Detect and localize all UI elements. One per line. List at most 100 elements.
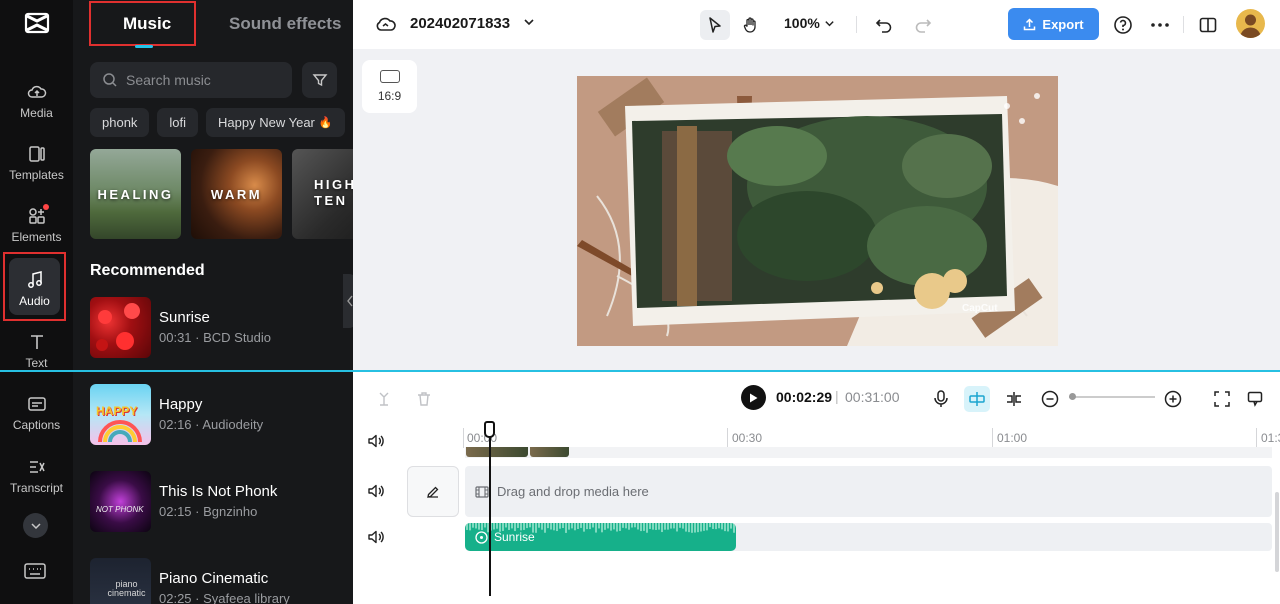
waveform-bar	[565, 523, 567, 533]
keyboard-icon[interactable]	[24, 562, 46, 580]
time-ruler[interactable]: 00:00 00:30 01:00 01:3	[463, 424, 1280, 448]
split-scene-button[interactable]	[1001, 386, 1027, 412]
time-separator: |	[835, 388, 839, 404]
waveform-bar	[523, 523, 525, 530]
track-volume-icon[interactable]	[367, 432, 385, 450]
record-voice-button[interactable]	[928, 386, 954, 412]
waveform-bar	[553, 523, 555, 531]
video-clip-thumbnail[interactable]	[466, 447, 528, 457]
waveform-bar	[583, 523, 585, 532]
genre-card-high-tension[interactable]: HIGH TEN	[292, 149, 353, 239]
chip-row: phonk lofi Happy New Year 🔥	[90, 108, 345, 137]
audio-panel: Music Sound effects phonk lofi Happy New…	[73, 0, 353, 604]
project-name[interactable]: 202402071833	[410, 15, 510, 32]
track-volume-icon[interactable]	[367, 482, 385, 500]
waveform-bar	[700, 523, 702, 532]
waveform-bar	[529, 523, 531, 528]
auto-snap-button[interactable]	[964, 386, 990, 412]
zoom-out-icon	[1041, 390, 1059, 408]
video-track[interactable]	[465, 447, 1272, 458]
rail-label: Media	[20, 106, 53, 120]
genre-card-healing[interactable]: HEALING	[90, 149, 181, 239]
ruler-label: 01:3	[1261, 431, 1280, 445]
transcript-icon	[29, 461, 45, 473]
feedback-button[interactable]	[1242, 386, 1268, 412]
chip-phonk[interactable]: phonk	[90, 108, 150, 137]
capcut-logo-icon[interactable]	[22, 8, 52, 38]
chip-label: Happy New Year	[218, 115, 315, 130]
zoom-dropdown[interactable]: 100%	[784, 15, 835, 31]
more-horizontal-icon	[1151, 23, 1169, 27]
track-item[interactable]: piano cinematic Piano Cinematic 02:25 · …	[90, 558, 340, 604]
export-button[interactable]: Export	[1008, 8, 1099, 40]
play-button[interactable]	[741, 385, 766, 410]
genre-label: WARM	[210, 186, 263, 202]
video-preview[interactable]: CapCut	[577, 76, 1058, 346]
chevron-down-icon[interactable]	[523, 16, 535, 28]
track-volume-icon[interactable]	[367, 528, 385, 546]
media-drop-zone[interactable]: Drag and drop media here	[465, 466, 1272, 517]
video-clip-thumbnail[interactable]	[530, 447, 569, 457]
text-icon	[30, 335, 43, 349]
tab-sound-effects[interactable]: Sound effects	[229, 14, 341, 34]
waveform-bar	[493, 523, 495, 530]
rail-item-templates[interactable]: Templates	[0, 140, 73, 200]
chip-happy-new-year[interactable]: Happy New Year 🔥	[206, 108, 345, 137]
user-avatar[interactable]	[1236, 9, 1265, 38]
waveform-bar	[538, 523, 540, 528]
rail-item-text[interactable]: Text	[0, 328, 73, 388]
redo-button[interactable]	[908, 10, 938, 40]
waveform-bar	[556, 523, 558, 532]
rail-item-captions[interactable]: Captions	[0, 390, 73, 450]
help-button[interactable]	[1108, 10, 1138, 40]
snap-icon	[969, 392, 985, 406]
edit-track-button[interactable]	[407, 466, 459, 517]
split-button[interactable]	[371, 386, 397, 412]
audio-clip[interactable]: Sunrise	[465, 523, 736, 551]
track-item[interactable]: Sunrise 00:31 · BCD Studio	[90, 297, 340, 359]
waveform-bar	[715, 523, 717, 530]
timeline-scrollbar[interactable]	[1275, 492, 1279, 572]
waveform-bar	[667, 523, 669, 530]
rail-item-audio[interactable]: Audio	[3, 252, 66, 321]
more-options-button[interactable]	[1145, 10, 1175, 40]
delete-button[interactable]	[411, 386, 437, 412]
zoom-in-button[interactable]	[1160, 386, 1186, 412]
rail-item-transcript[interactable]: Transcript	[0, 453, 73, 513]
waveform-bar	[562, 523, 564, 529]
rail-more-button[interactable]	[23, 513, 48, 538]
genre-card-warm[interactable]: WARM	[191, 149, 282, 239]
zoom-slider-track[interactable]	[1069, 396, 1155, 398]
thumb-text: piano cinematic	[107, 579, 146, 598]
timeline-panel: 00:02:29 | 00:31:00 00:00 00:30 01:00 01…	[353, 372, 1280, 604]
tab-music[interactable]: Music	[123, 14, 171, 34]
waveform-bar	[706, 523, 708, 531]
fit-timeline-button[interactable]	[1209, 386, 1235, 412]
layout-toggle-button[interactable]	[1193, 10, 1223, 40]
undo-button[interactable]	[869, 10, 899, 40]
preview-canvas: 16:9 CapCut	[353, 49, 1280, 370]
filter-button[interactable]	[302, 62, 337, 98]
search-box[interactable]	[90, 62, 292, 98]
waveform-bar	[595, 523, 597, 533]
playhead-line[interactable]	[489, 436, 491, 596]
chip-lofi[interactable]: lofi	[157, 108, 199, 137]
zoom-slider-knob[interactable]	[1069, 393, 1076, 400]
waveform-bar	[643, 523, 645, 531]
music-disc-icon	[475, 530, 488, 544]
search-input[interactable]	[126, 72, 276, 88]
rail-item-media[interactable]: Media	[0, 78, 73, 138]
select-tool-button[interactable]	[700, 10, 730, 40]
waveform-bar	[631, 523, 633, 528]
aspect-ratio-button[interactable]: 16:9	[362, 60, 417, 113]
track-item[interactable]: NOT PHONK This Is Not Phonk 02:15 · Bgnz…	[90, 471, 340, 533]
rail-label: Transcript	[10, 481, 63, 495]
rail-label: Text	[25, 356, 48, 370]
hand-tool-button[interactable]	[736, 10, 766, 40]
zoom-out-button[interactable]	[1037, 386, 1063, 412]
play-icon	[750, 393, 758, 402]
waveform-bar	[544, 523, 546, 533]
track-item[interactable]: HAPPY Happy 02:16 · Audiodeity	[90, 384, 340, 446]
flower-art	[96, 303, 140, 351]
cloud-sync-icon[interactable]	[375, 14, 397, 34]
